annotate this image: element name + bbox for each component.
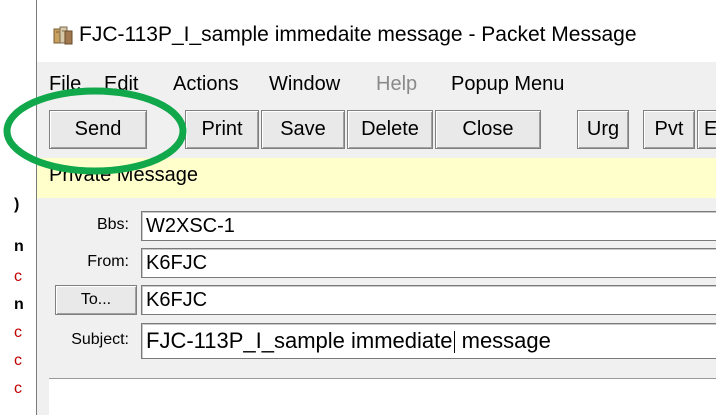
subject-text-after-caret: message: [455, 328, 551, 353]
background-glyph: c: [14, 352, 22, 369]
menu-edit[interactable]: Edit: [104, 73, 138, 96]
background-glyph: c: [14, 380, 22, 397]
window-title: FJC-113P_I_sample immedaite message - Pa…: [79, 23, 637, 46]
toolbar: Send Print Save Delete Close Urg Pvt E: [37, 104, 716, 156]
background-glyph: c: [14, 268, 22, 285]
packet-app-icon: [53, 26, 73, 45]
background-window: ) n c n c c c: [0, 0, 37, 415]
subject-label: Subject:: [71, 331, 129, 348]
bbs-label: Bbs:: [96, 216, 129, 233]
from-label: From:: [87, 253, 129, 270]
background-glyph: c: [14, 324, 22, 341]
private-button[interactable]: Pvt: [643, 110, 695, 149]
more-toolbar-button[interactable]: E: [697, 110, 716, 149]
menu-bar: File Edit Actions Window Help Popup Menu: [37, 64, 716, 104]
delete-button[interactable]: Delete: [347, 110, 433, 149]
close-button[interactable]: Close: [435, 110, 541, 149]
to-button[interactable]: To...: [55, 285, 137, 315]
private-message-banner: Private Message: [37, 158, 716, 198]
send-button[interactable]: Send: [49, 110, 147, 149]
text-caret: [453, 331, 455, 354]
message-body-area[interactable]: [49, 378, 716, 419]
menu-actions[interactable]: Actions: [173, 73, 239, 96]
menu-help[interactable]: Help: [376, 73, 417, 96]
banner-text: Private Message: [49, 164, 198, 186]
background-glyph: ): [14, 196, 20, 213]
subject-text-before-caret: FJC-113P_I_sample immediate: [146, 328, 453, 353]
background-glyph: n: [14, 296, 24, 313]
print-button[interactable]: Print: [185, 110, 259, 149]
title-bar[interactable]: FJC-113P_I_sample immedaite message - Pa…: [37, 0, 716, 62]
menu-window[interactable]: Window: [269, 73, 340, 96]
subject-field[interactable]: FJC-113P_I_sample immediate message: [141, 323, 716, 359]
menu-file[interactable]: File: [49, 73, 81, 96]
bbs-field[interactable]: W2XSC-1: [141, 211, 716, 241]
to-field[interactable]: K6FJC: [141, 285, 716, 315]
packet-message-window: FJC-113P_I_sample immedaite message - Pa…: [36, 0, 716, 419]
background-glyph: n: [14, 238, 24, 255]
menu-popup-menu[interactable]: Popup Menu: [451, 73, 564, 96]
from-field[interactable]: K6FJC: [141, 248, 716, 278]
save-button[interactable]: Save: [261, 110, 345, 149]
urgent-button[interactable]: Urg: [577, 110, 629, 149]
